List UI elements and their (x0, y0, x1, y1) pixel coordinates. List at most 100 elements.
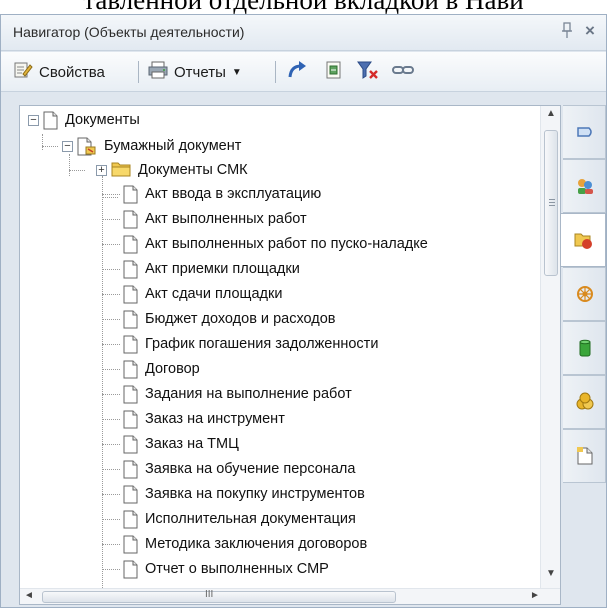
tree-leaf-item[interactable]: Исполнительная документация (123, 507, 356, 531)
document-icon (123, 285, 138, 304)
horizontal-grip: III (205, 589, 214, 600)
tree-connector (102, 197, 118, 198)
document-icon (43, 111, 58, 130)
collapse-toggle[interactable]: − (62, 140, 73, 152)
document-icon (123, 510, 138, 529)
tree-leaf-item[interactable]: График погашения задолженности (123, 332, 378, 356)
tree-leaf-item[interactable]: Договор (123, 357, 200, 381)
tree-leaf-item[interactable]: Заказ на инструмент (123, 407, 285, 431)
panel-toolbar: Свойства Отчеты ▼ (1, 52, 606, 92)
tree-connector (102, 176, 103, 588)
tree-leaf-label: Заказ на инструмент (145, 411, 285, 427)
tree-connector (102, 419, 120, 420)
tree-connector (102, 269, 120, 270)
pin-icon[interactable] (559, 22, 575, 42)
tree-connector (102, 469, 120, 470)
tree-connector (102, 444, 120, 445)
side-tab-database[interactable] (563, 321, 606, 375)
collapse-toggle[interactable]: − (28, 114, 39, 126)
tree-leaf-item[interactable]: Акт ввода в эксплуатацию (123, 182, 321, 206)
expand-toggle[interactable]: + (96, 164, 107, 176)
navigator-panel: Навигатор (Объекты деятельности) × Свойс… (0, 14, 607, 608)
tree-leaf-label: Акт ввода в эксплуатацию (145, 186, 322, 202)
properties-label: Свойства (39, 63, 105, 81)
scroll-down-arrow-icon[interactable]: ▼ (541, 568, 561, 586)
tree-leaf-item[interactable]: Акт выполненных работ по пуско-наладке (123, 232, 428, 256)
tree-leaf-item[interactable]: Отчет о выполненных СМР (123, 557, 329, 581)
tree-body: − Документы − Бумажный документ + Докуме… (20, 106, 540, 588)
export-button[interactable] (325, 60, 343, 84)
side-tab-strip (561, 105, 606, 565)
document-icon (123, 485, 138, 504)
vertical-scroll-thumb[interactable] (544, 130, 558, 276)
tree-leaf-label: Акт выполненных работ по пуско-наладке (145, 236, 428, 252)
tree-leaf-label: Задания на выполнение работ (145, 386, 352, 402)
tree-leaf-label: Договор (145, 361, 200, 377)
tree-leaf-label: Акт сдачи площадки (145, 286, 283, 302)
tree-node-label: Бумажный документ (104, 138, 242, 154)
tree-leaf-label: Заявка на покупку инструментов (145, 486, 365, 502)
tree-node-paper-document[interactable]: − Бумажный документ (62, 134, 241, 158)
side-tab-groups[interactable] (563, 375, 606, 429)
side-tab-wheel[interactable] (563, 267, 606, 321)
dropdown-arrow-icon[interactable]: ▼ (232, 67, 242, 78)
tree-leaf-item[interactable]: Заявка на обучение персонала (123, 457, 355, 481)
database-icon (575, 338, 595, 358)
document-icon (123, 560, 138, 579)
horizontal-scroll-thumb[interactable]: III (42, 589, 396, 603)
side-tab-documents[interactable] (563, 429, 606, 483)
scroll-left-arrow-icon[interactable]: ◄ (24, 590, 38, 604)
scroll-right-arrow-icon[interactable]: ► (530, 590, 544, 604)
reports-button[interactable]: Отчеты ▼ (147, 60, 242, 84)
side-tab-objects[interactable] (561, 213, 606, 267)
properties-icon (13, 60, 33, 84)
document-icon (123, 210, 138, 229)
horizontal-scrollbar[interactable]: ◄ III ► (20, 588, 560, 604)
document-icon (123, 185, 138, 204)
tree-leaf-label: Отчет о выполненных СМР (145, 561, 329, 577)
scroll-up-arrow-icon[interactable]: ▲ (541, 108, 561, 126)
tree-leaf-item[interactable]: Заказ на ТМЦ (123, 432, 239, 456)
tree-node-label: Документы (65, 112, 140, 128)
tree-leaf-label: Акт выполненных работ (145, 211, 307, 227)
clear-filter-button[interactable] (357, 60, 379, 84)
tree-leaf-item[interactable]: Методика заключения договоров (123, 532, 367, 556)
tree-leaf-label: Заявка на обучение персонала (145, 461, 356, 477)
tree-connector (42, 134, 43, 150)
export-icon (325, 60, 343, 84)
tree-leaf-item[interactable]: Акт сдачи площадки (123, 282, 282, 306)
tree-leaf-item[interactable]: Заявка на покупку инструментов (123, 482, 365, 506)
document-icon (123, 435, 138, 454)
users-icon (575, 176, 595, 196)
side-tab-messages[interactable] (563, 105, 606, 159)
tree-leaf-item[interactable]: Задания на выполнение работ (123, 382, 352, 406)
document-icon (123, 535, 138, 554)
tree-leaf-label: Акт приемки площадки (145, 261, 300, 277)
caption-text: тавленной отдельной вкладкой в Нави (0, 0, 607, 14)
vertical-scrollbar[interactable]: ▲ ▼ (540, 106, 560, 588)
tree-connector (42, 146, 58, 147)
tree-leaf-item[interactable]: Акт приемки площадки (123, 257, 300, 281)
groups-icon (575, 392, 595, 412)
tree-connector (102, 344, 120, 345)
tree-leaf-label: Методика заключения договоров (145, 536, 368, 552)
document-icon (123, 360, 138, 379)
document-icon (123, 460, 138, 479)
link-button[interactable] (391, 60, 415, 84)
tree-connector (102, 194, 120, 195)
side-tab-users[interactable] (563, 159, 606, 213)
document-icon (123, 410, 138, 429)
tree-node-smk-folder[interactable]: + Документы СМК (96, 158, 248, 182)
tree-leaf-item[interactable]: Акт выполненных работ (123, 207, 307, 231)
tree-node-documents[interactable]: − Документы (28, 108, 140, 132)
clear-filter-icon (357, 60, 379, 84)
tree-connector (102, 394, 120, 395)
tree-leaf-item[interactable]: Бюджет доходов и расходов (123, 307, 336, 331)
refresh-button[interactable] (287, 60, 309, 84)
panel-title: Навигатор (Объекты деятельности) (13, 24, 245, 40)
tree-connector (102, 519, 120, 520)
properties-button[interactable]: Свойства (13, 60, 105, 84)
objects-icon (573, 230, 593, 250)
tree-connector (102, 369, 120, 370)
close-icon[interactable]: × (581, 21, 599, 41)
